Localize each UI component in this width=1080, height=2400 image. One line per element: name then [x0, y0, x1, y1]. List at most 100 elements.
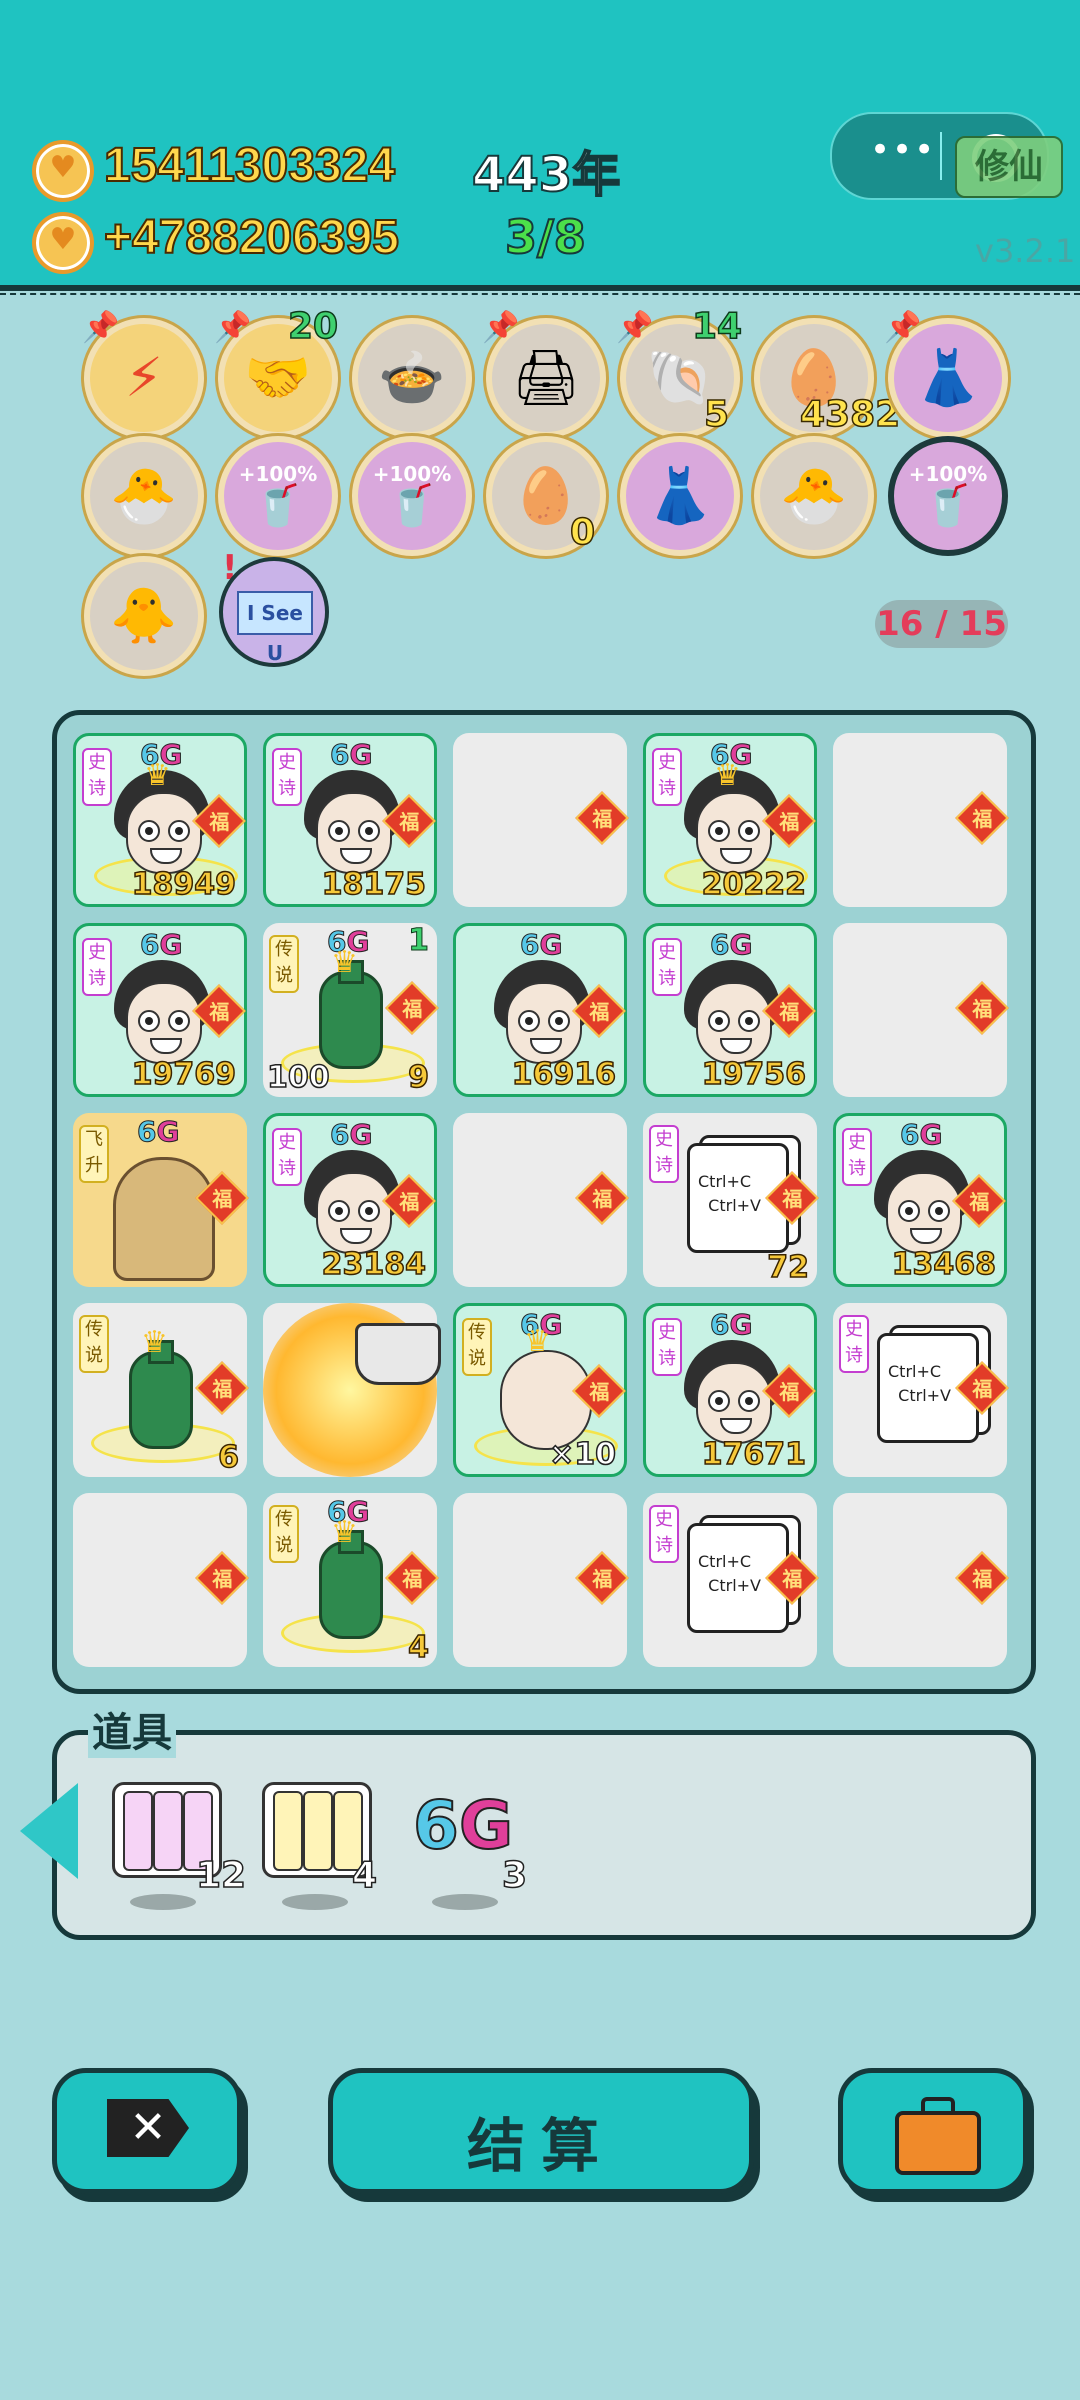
- mouth: [150, 848, 182, 864]
- crown-icon: ♛: [331, 945, 358, 980]
- settle-button[interactable]: 结算: [328, 2068, 754, 2194]
- legend-tag: 传说: [79, 1315, 109, 1373]
- crown-icon: ♛: [331, 1515, 358, 1550]
- cell-value: 13468: [891, 1246, 997, 1283]
- board-cell[interactable]: 福: [833, 733, 1009, 907]
- board-cell[interactable]: 传说 ♛ 福 6: [73, 1303, 249, 1477]
- board-cell[interactable]: 史诗 6G 福 13468: [833, 1113, 1007, 1287]
- board-cell[interactable]: 福: [453, 733, 629, 907]
- fu-label: 福: [212, 1187, 233, 1212]
- epic-tag: 史诗: [839, 1315, 869, 1373]
- board-cell[interactable]: 史诗 Ctrl+C Ctrl+V 福 72: [643, 1113, 819, 1287]
- board-cell[interactable]: 传说 6G ♛ 福 ×10: [453, 1303, 627, 1477]
- 6g-badge: 6G: [136, 1115, 179, 1149]
- buff-chick[interactable]: 🐣: [754, 436, 874, 556]
- milk-tea-icon: [113, 1157, 215, 1281]
- handshake-icon: 🤝: [244, 346, 312, 409]
- pot-duck-icon: 🍲: [378, 346, 446, 409]
- board-cell[interactable]: 飞升 6G 福: [73, 1113, 249, 1287]
- tea-cup-icon: 🥤: [253, 483, 303, 529]
- board-cell[interactable]: 福: [833, 1493, 1009, 1667]
- tea-cup-icon: 🥤: [387, 483, 437, 529]
- epic-tag: 史诗: [272, 748, 302, 806]
- legend-tag: 传说: [269, 1505, 299, 1563]
- skirt-icon: 👗: [646, 464, 714, 527]
- fu-icon: 福: [575, 1171, 629, 1225]
- heart-coin-icon: [32, 212, 94, 274]
- mouth: [720, 1038, 752, 1054]
- board-cell[interactable]: 传说 6G ♛ 福 4: [263, 1493, 439, 1667]
- year-counter: 443年: [471, 146, 621, 204]
- card-text: Ctrl+C Ctrl+V: [698, 1172, 761, 1215]
- board-cell[interactable]: 史诗 6G ♛ 福 20222: [643, 733, 817, 907]
- skin: [696, 792, 772, 874]
- fu-label: 福: [779, 1000, 800, 1025]
- pin-icon: 📌: [884, 310, 922, 345]
- 6g-number: 6: [139, 928, 160, 962]
- fu-label: 福: [972, 1377, 993, 1402]
- fu-label: 福: [209, 1000, 230, 1025]
- more-icon[interactable]: •••: [870, 130, 936, 170]
- fu-label: 福: [972, 1567, 993, 1592]
- board-cell[interactable]: [263, 1303, 441, 1477]
- board-cell[interactable]: 史诗 6G ♛ 福 18949: [73, 733, 247, 907]
- cultivation-badge[interactable]: 修仙: [955, 136, 1063, 198]
- board-cell[interactable]: 福: [453, 1493, 629, 1667]
- eye: [168, 820, 190, 842]
- buff-count: 14: [691, 305, 743, 348]
- fu-icon: 福: [385, 981, 439, 1035]
- buff-pot-duck[interactable]: 🍲: [352, 318, 472, 438]
- legend-card-icon: [273, 1791, 303, 1871]
- crown-icon: ♛: [714, 758, 741, 793]
- fu-icon: 福: [955, 981, 1009, 1035]
- board-cell[interactable]: 史诗 6G 福 19769: [73, 923, 247, 1097]
- legend-tag: 传说: [269, 935, 299, 993]
- item-shadow: [282, 1894, 348, 1910]
- board-cell[interactable]: 史诗 Ctrl+C Ctrl+V 福: [833, 1303, 1009, 1477]
- coin-balance: 15411303324: [103, 138, 396, 193]
- board-cell[interactable]: 史诗 Ctrl+C Ctrl+V 福: [643, 1493, 819, 1667]
- cell-value: 72: [767, 1249, 810, 1286]
- fu-label: 福: [972, 807, 993, 832]
- board-cell[interactable]: 福: [453, 1113, 629, 1287]
- eye: [708, 1010, 730, 1032]
- card-text: Ctrl+C Ctrl+V: [698, 1552, 761, 1595]
- buff-zombie-chick[interactable]: 🐥: [84, 556, 204, 676]
- 6g-item[interactable]: 6G: [412, 1786, 514, 1865]
- board-cell[interactable]: 史诗 6G 福 18175: [263, 733, 437, 907]
- fu-label: 福: [399, 810, 420, 835]
- fu-label: 福: [589, 1000, 610, 1025]
- fu-label: 福: [212, 1567, 233, 1592]
- buff-chick[interactable]: 🐣: [84, 436, 204, 556]
- board-cell[interactable]: 6G 福 16916: [453, 923, 627, 1097]
- scroll-left-arrow-icon[interactable]: [20, 1783, 78, 1879]
- fu-icon: 福: [955, 791, 1009, 845]
- board-cell[interactable]: 史诗 6G 福 23184: [263, 1113, 437, 1287]
- i-see-u-label: I See U: [237, 591, 313, 665]
- fu-label: 福: [402, 1567, 423, 1592]
- 6g-number: 6: [709, 1308, 730, 1342]
- jade-vase-icon: [129, 1340, 193, 1449]
- buff-tea[interactable]: +100% 🥤: [888, 436, 1008, 556]
- buff-tea[interactable]: +100% 🥤: [352, 436, 472, 556]
- cell-value: 6: [217, 1439, 239, 1476]
- eye: [138, 820, 160, 842]
- buff-tea[interactable]: +100% 🥤: [218, 436, 338, 556]
- buff-i-see-u[interactable]: I See U: [219, 557, 329, 667]
- eye: [738, 820, 760, 842]
- epic-tag: 史诗: [82, 748, 112, 806]
- bag-button[interactable]: [838, 2068, 1028, 2194]
- exit-button[interactable]: ✕: [52, 2068, 242, 2194]
- 6g-badge: 6G: [519, 928, 562, 962]
- pin-icon: 📌: [82, 310, 120, 345]
- buff-skirt[interactable]: 👗: [620, 436, 740, 556]
- board-cell[interactable]: 史诗 6G 福 17671: [643, 1303, 817, 1477]
- buff-count: 5: [703, 393, 730, 436]
- board-cell[interactable]: 福: [833, 923, 1009, 1097]
- cell-left-value: 100: [266, 1059, 330, 1096]
- eye: [328, 820, 350, 842]
- board-cell[interactable]: 福: [73, 1493, 249, 1667]
- fu-label: 福: [779, 1380, 800, 1405]
- board-cell[interactable]: 史诗 6G 福 19756: [643, 923, 817, 1097]
- board-cell[interactable]: 传说 6G 1 ♛ 福 100 9: [263, 923, 439, 1097]
